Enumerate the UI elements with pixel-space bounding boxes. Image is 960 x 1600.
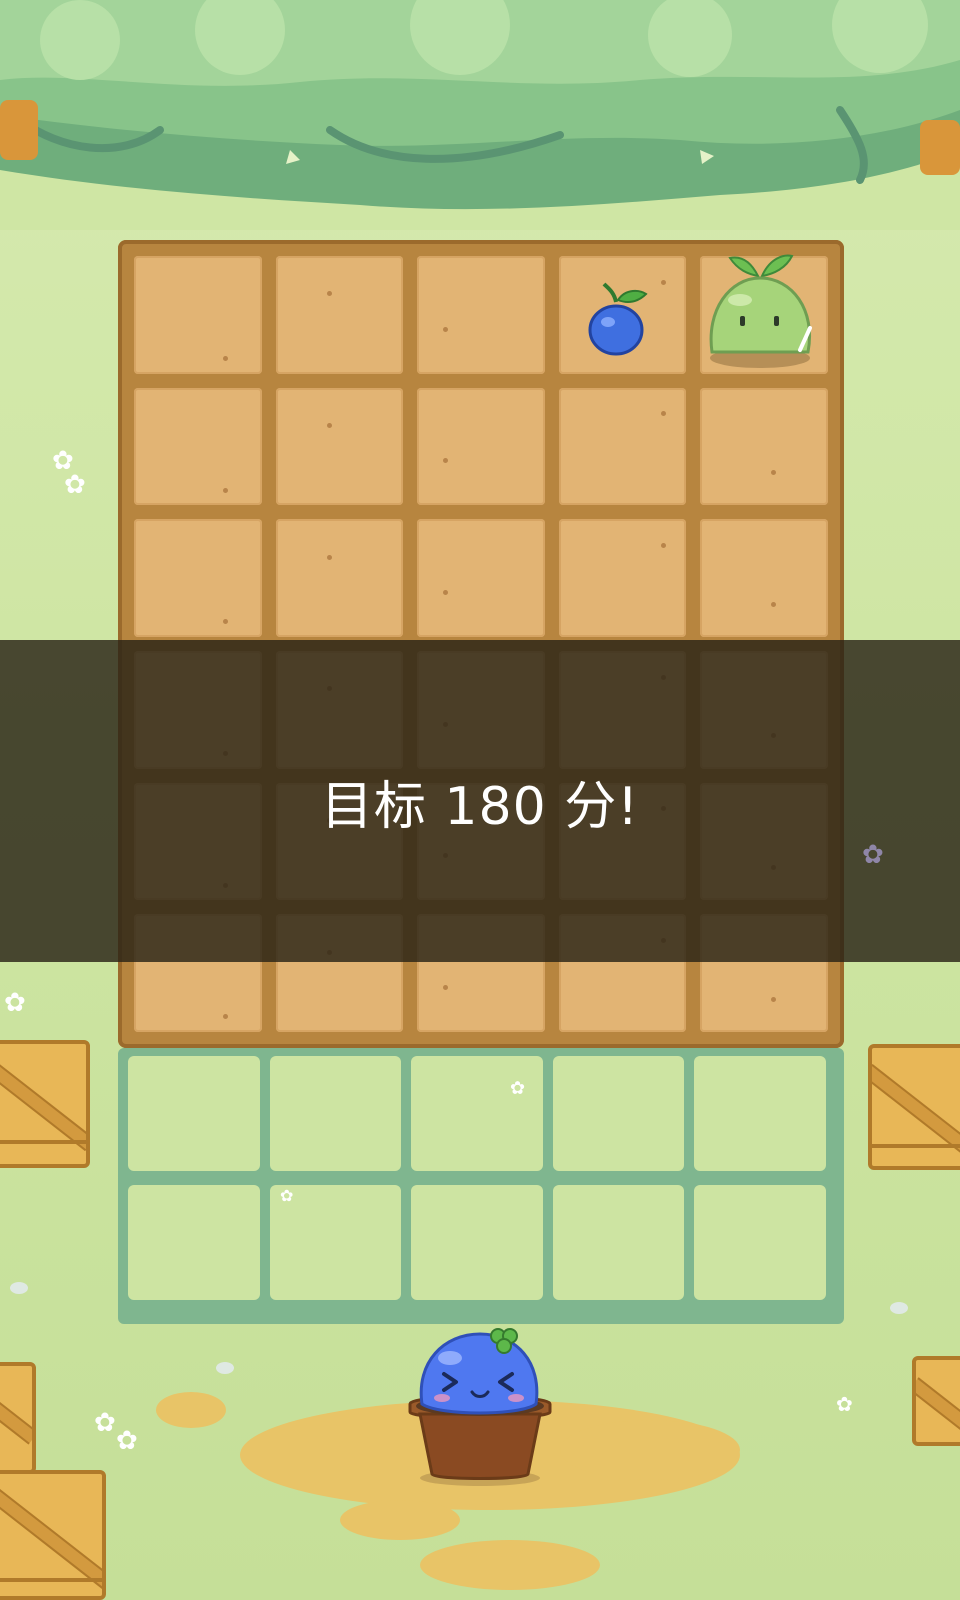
soil-cell[interactable] — [275, 519, 404, 637]
soil-speck — [442, 326, 448, 332]
soil-cell[interactable] — [275, 387, 404, 506]
flower-icon: ✿ — [64, 470, 86, 500]
soil-cell[interactable] — [417, 519, 545, 637]
soil-cell[interactable] — [700, 387, 828, 506]
pebble — [216, 1362, 234, 1374]
grass-cell[interactable] — [128, 1185, 260, 1300]
soil-speck — [223, 487, 229, 493]
soil-speck — [660, 279, 666, 285]
green-slime-piece[interactable] — [700, 240, 820, 372]
flower-icon: ✿ — [862, 840, 884, 870]
soil-speck — [770, 470, 776, 476]
grass-cell[interactable] — [411, 1185, 543, 1300]
target-score-banner: 目标 180 分! — [0, 640, 960, 962]
pebble — [890, 1302, 908, 1314]
soil-speck — [223, 619, 229, 625]
flower-icon: ✿ — [280, 1186, 294, 1205]
grass-cell[interactable] — [694, 1185, 826, 1300]
flower-icon: ✿ — [94, 1408, 116, 1438]
soil-speck — [770, 996, 776, 1002]
soil-cell[interactable] — [558, 519, 687, 637]
sand-patch — [420, 1540, 600, 1590]
target-score-text: 目标 180 分! — [320, 776, 640, 837]
blueberry-icon — [588, 282, 648, 356]
soil-speck — [442, 984, 448, 990]
sand-patch — [340, 1500, 460, 1540]
soil-speck — [442, 458, 448, 464]
soil-speck — [660, 542, 666, 548]
grass-cell[interactable] — [269, 1056, 402, 1171]
grass-cell[interactable] — [552, 1185, 685, 1300]
soil-speck — [326, 422, 332, 428]
soil-cell[interactable] — [700, 519, 828, 637]
flower-icon: ✿ — [836, 1392, 853, 1416]
sand-patch — [560, 1420, 740, 1480]
green-slime-icon — [709, 254, 812, 368]
crate-icon — [0, 1362, 36, 1474]
sand-patch — [156, 1392, 226, 1428]
grass-cell[interactable] — [411, 1056, 543, 1171]
grass-zone — [118, 1048, 844, 1324]
blue-slime-icon — [408, 1328, 552, 1486]
soil-speck — [770, 601, 776, 607]
blueberry-piece[interactable] — [586, 280, 652, 358]
soil-speck — [223, 1014, 229, 1020]
pebble — [10, 1282, 28, 1294]
flower-icon: ✿ — [4, 988, 26, 1018]
soil-cell[interactable] — [417, 256, 545, 374]
soil-speck — [660, 411, 666, 417]
crate-icon — [0, 1470, 106, 1600]
player-piece[interactable] — [400, 1328, 560, 1488]
grass-cell[interactable] — [694, 1056, 826, 1171]
soil-cell[interactable] — [134, 519, 262, 637]
game-scene: 目标 180 分! ✿ ✿ ✿ ✿ ✿ ✿ ✿ ✿ ✿ — [0, 0, 960, 1600]
soil-speck — [223, 356, 229, 362]
grass-cell[interactable] — [128, 1056, 260, 1171]
crate-icon — [912, 1356, 960, 1446]
soil-cell[interactable] — [275, 256, 404, 374]
crate-icon — [868, 1044, 960, 1170]
flower-icon: ✿ — [510, 1078, 526, 1099]
flower-icon: ✿ — [116, 1426, 138, 1456]
soil-cell[interactable] — [134, 387, 262, 506]
grass-cell[interactable] — [552, 1056, 685, 1171]
crate-icon — [0, 1040, 90, 1168]
soil-cell[interactable] — [134, 256, 262, 374]
soil-speck — [326, 554, 332, 560]
soil-speck — [326, 291, 332, 297]
soil-cell[interactable] — [417, 387, 545, 506]
soil-cell[interactable] — [558, 387, 687, 506]
hedge-foliage — [0, 0, 960, 230]
soil-speck — [442, 589, 448, 595]
